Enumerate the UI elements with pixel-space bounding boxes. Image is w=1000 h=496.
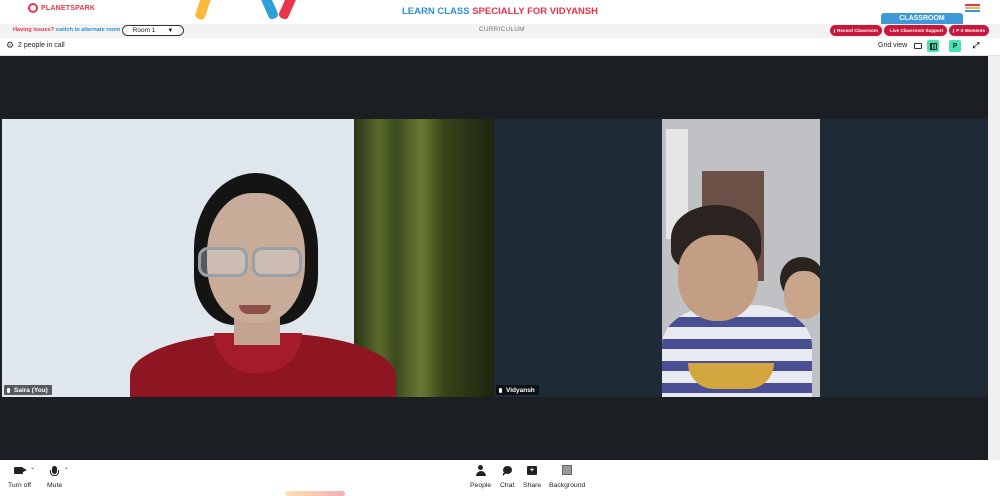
hamburger-icon[interactable] — [965, 4, 980, 12]
ps-moments-button[interactable]: P S Moments — [949, 25, 989, 36]
grid-view-icon[interactable] — [927, 40, 939, 52]
video-tile[interactable]: Vidyansh — [494, 119, 988, 397]
background-label: Background — [549, 482, 586, 489]
sub-header: Having issues? switch to alternate room … — [0, 24, 1000, 38]
class-title: LEARN CLASS SPECIALLY FOR VIDYANSH — [402, 6, 598, 17]
decorative-stripe — [277, 0, 303, 21]
participant-video — [198, 247, 306, 281]
participant-video — [662, 119, 820, 397]
app-window: PLANETSPARK LEARN CLASS SPECIALLY FOR VI… — [0, 0, 1000, 496]
record-classroom-label: Record Classroom — [837, 28, 878, 33]
issue-text: Having issues? — [13, 27, 55, 33]
record-classroom-button[interactable]: Record Classroom — [830, 25, 882, 36]
scrollbar[interactable] — [988, 56, 1000, 460]
grid-view-label: Grid view — [878, 42, 908, 49]
camera-label: Turn off — [8, 482, 32, 489]
brand-name: PLANETSPARK — [41, 4, 96, 12]
camera-toggle-button[interactable]: Turn off — [8, 464, 31, 489]
caret-down-icon: ▼ — [167, 27, 174, 34]
participant-name: Vidyansh — [506, 386, 535, 394]
curriculum-link[interactable]: CURRICULUM — [479, 26, 525, 33]
expand-icon[interactable]: ⤢ — [970, 40, 982, 52]
participant-name-tag: Saira (You) — [4, 385, 52, 395]
issue-notice: Having issues? switch to alternate room — [13, 27, 120, 33]
live-support-button[interactable]: Live Classroom Support — [884, 25, 947, 36]
chevron-down-icon[interactable]: ⌄ — [30, 464, 35, 471]
brand-logo[interactable]: PLANETSPARK — [28, 3, 95, 13]
share-screen-icon: + — [527, 465, 538, 475]
mic-icon — [499, 387, 502, 393]
chat-icon — [502, 466, 512, 476]
background-button[interactable]: Background — [549, 464, 585, 489]
mute-button[interactable]: Mute — [47, 464, 62, 489]
mic-icon — [7, 387, 10, 393]
alternate-room-link[interactable]: switch to alternate room — [56, 27, 121, 33]
share-button[interactable]: + Share — [523, 464, 541, 489]
mic-icon — [50, 466, 60, 476]
room-select[interactable]: Room 1 ▼ — [122, 25, 184, 36]
share-label: Share — [523, 482, 542, 489]
video-stage: Saira (You) Vidyansh — [0, 56, 988, 460]
speaker-view-icon[interactable] — [912, 40, 924, 52]
participant-video — [678, 235, 758, 321]
participant-name-tag: Vidyansh — [496, 385, 539, 395]
participant-name: Saira (You) — [14, 386, 48, 394]
people-button[interactable]: People — [470, 464, 491, 489]
meeting-toolbar: ⚙ 2 people in call Grid view P ⤢ — [0, 38, 1000, 56]
decorative-stripe — [194, 0, 216, 21]
call-controls: Turn off ⌄ Mute ⌄ People Chat + Share Ba… — [0, 460, 1000, 496]
live-support-label: Live Classroom Support — [890, 28, 944, 33]
chevron-down-icon[interactable]: ⌄ — [64, 464, 69, 471]
top-header: PLANETSPARK LEARN CLASS SPECIALLY FOR VI… — [0, 0, 1000, 25]
chat-button[interactable]: Chat — [500, 464, 514, 489]
moments-icon — [953, 28, 955, 33]
class-title-student: SPECIALLY FOR VIDYANSH — [472, 6, 599, 17]
decorative-stripe — [285, 491, 345, 496]
people-label: People — [470, 482, 492, 489]
decorative-stripe — [254, 0, 280, 21]
people-icon — [475, 464, 486, 476]
video-tile[interactable]: Saira (You) — [2, 119, 494, 397]
camera-icon — [13, 466, 27, 474]
background-icon — [562, 465, 573, 475]
participant-video — [688, 363, 774, 389]
room-select-value: Room 1 — [132, 27, 156, 34]
pip-button[interactable]: P — [949, 40, 961, 52]
logo-icon — [28, 3, 38, 13]
participant-video — [784, 271, 820, 319]
class-title-prefix: LEARN CLASS — [402, 6, 473, 17]
participant-video — [239, 305, 271, 314]
chat-label: Chat — [500, 482, 515, 489]
mute-label: Mute — [47, 482, 63, 489]
ps-moments-label: P S Moments — [956, 28, 985, 33]
record-icon — [834, 28, 836, 33]
people-count: 2 people in call — [18, 42, 65, 49]
gear-icon[interactable]: ⚙ — [6, 41, 15, 50]
